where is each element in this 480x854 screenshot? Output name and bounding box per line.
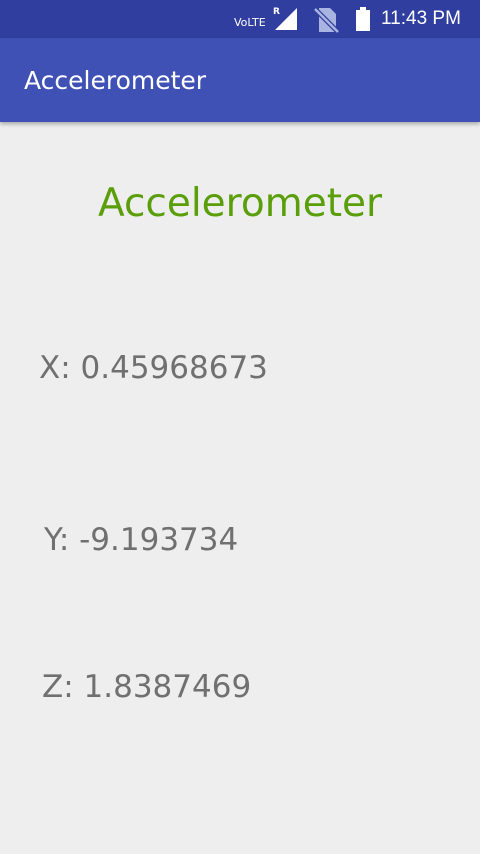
app-bar: Accelerometer — [0, 38, 480, 122]
page-title: Accelerometer — [97, 181, 383, 226]
x-axis-reading: X: 0.45968673 — [39, 350, 268, 386]
signal-icon — [275, 8, 297, 34]
status-bar: VoLTE R 11:43 PM — [0, 0, 480, 38]
y-axis-reading: Y: -9.193734 — [44, 522, 239, 558]
app-bar-title: Accelerometer — [24, 66, 207, 95]
no-sim-icon — [312, 6, 341, 38]
main-content: Accelerometer X: 0.45968673 Y: -9.193734… — [0, 122, 480, 854]
volte-label: VoLTE — [234, 16, 266, 29]
status-time: 11:43 PM — [381, 8, 461, 29]
z-axis-reading: Z: 1.8387469 — [42, 669, 252, 705]
battery-icon — [355, 7, 371, 35]
